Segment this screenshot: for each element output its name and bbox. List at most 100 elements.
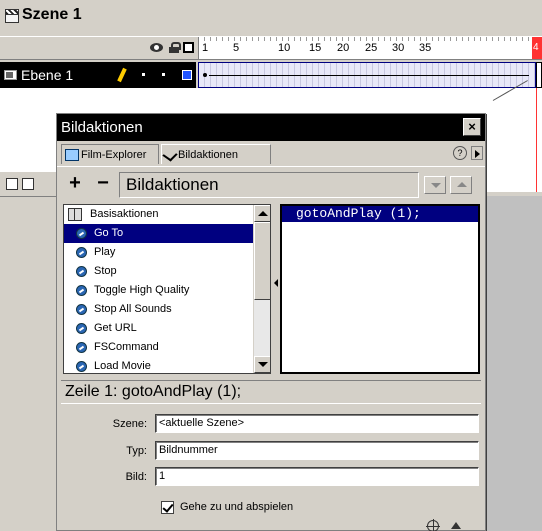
layer-name: Ebene 1	[21, 67, 74, 83]
tree-category[interactable]: Basisaktionen	[64, 205, 270, 224]
tree-item-label: Go To	[94, 227, 124, 239]
pane-splitter[interactable]	[272, 204, 280, 374]
playhead-marker[interactable]: 4	[532, 37, 542, 59]
layer-row[interactable]: Ebene 1	[0, 62, 196, 88]
action-icon	[76, 323, 87, 334]
tree-item-stop[interactable]: Stop	[64, 262, 270, 281]
ruler-label: 25	[365, 42, 378, 54]
visibility-dot[interactable]	[142, 73, 145, 76]
frame-label: Bild:	[125, 471, 147, 483]
layer-icon	[4, 70, 17, 80]
help-icon[interactable]: ?	[453, 146, 467, 160]
type-label: Typ:	[126, 445, 147, 457]
code-line[interactable]: gotoAndPlay (1);	[282, 206, 478, 222]
lock-dot[interactable]	[162, 73, 165, 76]
tree-category-label: Basisaktionen	[90, 208, 159, 220]
lock-icon[interactable]	[169, 42, 181, 53]
ruler-label: 5	[233, 42, 240, 54]
tree-item-stop-all-sounds[interactable]: Stop All Sounds	[64, 300, 270, 319]
stage-scroll-area	[484, 196, 542, 531]
goto-and-play-option[interactable]: Gehe zu und abspielen	[161, 499, 293, 515]
tab-label: Film-Explorer	[81, 148, 147, 161]
tree-item-goto[interactable]: Go To	[64, 224, 270, 243]
tab-label: Bildaktionen	[178, 148, 238, 161]
tree-item-load-movie[interactable]: Load Movie	[64, 357, 270, 373]
outline-icon[interactable]	[183, 42, 194, 53]
tree-item-toggle-high-quality[interactable]: Toggle High Quality	[64, 281, 270, 300]
timeline-button-bar	[0, 172, 62, 196]
scene-bar: Szene 1	[0, 0, 542, 30]
move-down-button[interactable]	[424, 176, 446, 194]
ruler-label: 35	[419, 42, 432, 54]
eye-icon[interactable]	[150, 43, 163, 52]
action-icon	[76, 361, 87, 372]
goto-and-play-checkbox[interactable]	[161, 500, 174, 514]
tree-item-label: Play	[94, 246, 116, 258]
ruler-label: 1	[202, 42, 209, 54]
ruler-label: 30	[392, 42, 405, 54]
tree-item-label: Get URL	[94, 322, 137, 334]
tree-item-label: FSCommand	[94, 341, 159, 353]
actions-tree: Basisaktionen Go To Play Stop Toggle Hig…	[63, 204, 271, 374]
scene-row: Szene: <aktuelle Szene>	[57, 414, 485, 436]
add-action-button[interactable]: +	[65, 173, 85, 196]
layer-frames[interactable]	[198, 62, 536, 88]
action-icon	[76, 304, 87, 315]
type-field[interactable]: Bildnummer	[155, 441, 479, 460]
scene-field[interactable]: <aktuelle Szene>	[155, 414, 479, 433]
ruler-label: 15	[309, 42, 322, 54]
actions-toolbar: + − Bildaktionen	[57, 166, 485, 200]
action-icon	[76, 247, 87, 258]
tree-item-label: Stop All Sounds	[94, 303, 172, 315]
book-icon	[68, 208, 82, 221]
scroll-thumb[interactable]	[254, 222, 270, 300]
frame-ruler[interactable]: 1 5 10 15 20 25 30 35	[198, 37, 542, 59]
frame-end-marker	[536, 62, 542, 88]
tree-item-play[interactable]: Play	[64, 243, 270, 262]
scroll-up-icon[interactable]	[254, 205, 270, 222]
panel-titlebar[interactable]: Bildaktionen ×	[57, 114, 485, 141]
pencil-icon	[117, 67, 127, 83]
tree-scrollbar[interactable]	[253, 205, 270, 373]
panel-menu-arrow-icon[interactable]	[471, 146, 483, 160]
close-button[interactable]: ×	[463, 118, 481, 136]
tab-bildaktionen[interactable]: Bildaktionen	[161, 144, 271, 164]
frame-row: Bild: 1	[57, 467, 485, 489]
scene-title: Szene 1	[22, 6, 82, 23]
scroll-down-icon[interactable]	[254, 356, 270, 373]
add-layer-icon[interactable]	[6, 178, 18, 190]
target-crosshair-icon[interactable]	[426, 519, 440, 531]
actions-panel: Bildaktionen × Film-Explorer Bildaktione…	[56, 113, 486, 531]
action-icon	[76, 285, 87, 296]
scene-label: Szene:	[112, 418, 147, 430]
frame-field[interactable]: 1	[155, 467, 479, 486]
actions-arrow-icon	[162, 148, 178, 161]
tab-film-explorer[interactable]: Film-Explorer	[61, 144, 159, 164]
layer-header	[0, 37, 196, 59]
ruler-label: 10	[278, 42, 291, 54]
playhead-line	[536, 88, 537, 192]
panel-tabs: Film-Explorer Bildaktionen ?	[57, 144, 485, 164]
ruler-label: 20	[337, 42, 350, 54]
film-explorer-icon	[65, 148, 79, 161]
tree-item-label: Toggle High Quality	[94, 284, 190, 296]
tree-item-get-url[interactable]: Get URL	[64, 319, 270, 338]
timeline-header: 1 5 10 15 20 25 30 35 4	[0, 36, 542, 60]
line-status: Zeile 1: gotoAndPlay (1);	[61, 380, 481, 404]
action-icon	[76, 342, 87, 353]
outline-color-icon[interactable]	[182, 70, 192, 80]
action-icon	[76, 266, 87, 277]
tree-item-fscommand[interactable]: FSCommand	[64, 338, 270, 357]
add-guide-icon[interactable]	[22, 178, 34, 190]
move-up-button[interactable]	[450, 176, 472, 194]
collapse-triangle-icon[interactable]	[451, 522, 461, 529]
panel-title: Bildaktionen	[61, 119, 143, 136]
type-row: Typ: Bildnummer	[57, 441, 485, 463]
remove-action-button[interactable]: −	[93, 173, 113, 196]
action-icon	[76, 228, 87, 239]
tree-item-label: Stop	[94, 265, 117, 277]
script-editor[interactable]: gotoAndPlay (1);	[280, 204, 480, 374]
scene-icon	[4, 8, 19, 23]
tree-item-label: Load Movie	[94, 360, 151, 372]
actions-heading: Bildaktionen	[119, 172, 419, 198]
